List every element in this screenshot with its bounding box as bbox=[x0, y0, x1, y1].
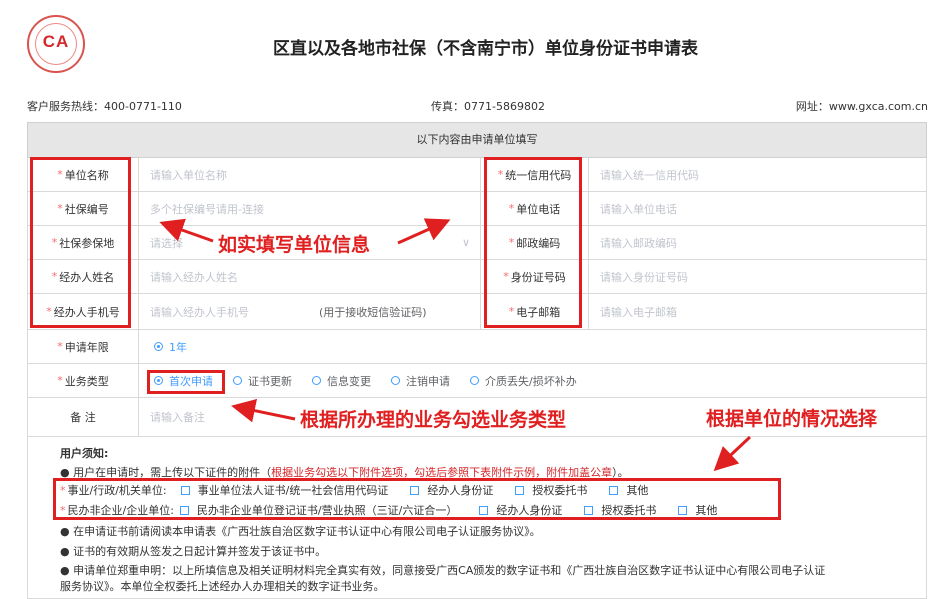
arrow-to-right-labels bbox=[397, 218, 451, 245]
arrow-to-unit-type bbox=[713, 435, 752, 472]
annotation-arrows bbox=[159, 218, 752, 472]
arrow-to-business-type bbox=[231, 398, 296, 423]
arrow-to-left-labels bbox=[159, 218, 214, 243]
